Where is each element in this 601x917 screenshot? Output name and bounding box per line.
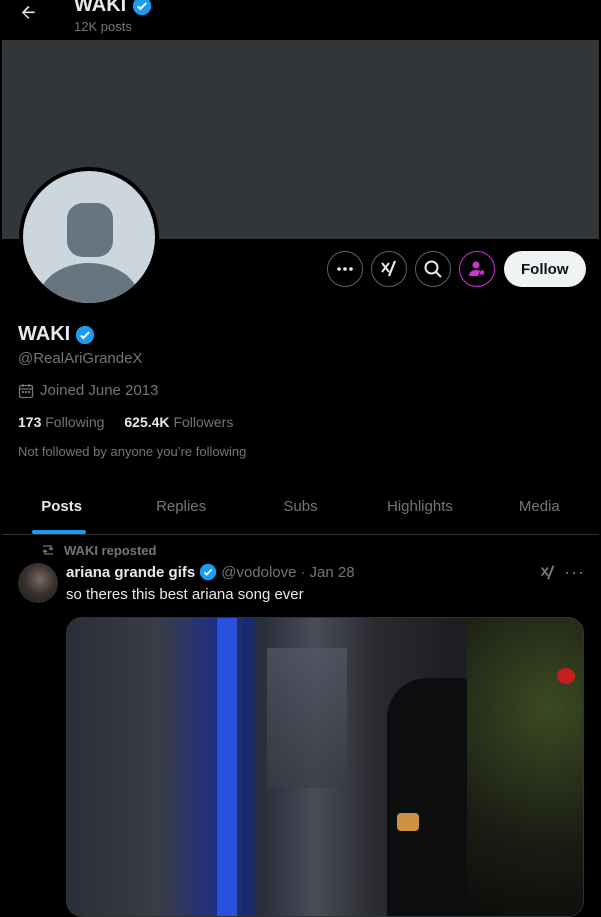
tab-label: Media	[518, 497, 560, 515]
active-tab-indicator	[32, 530, 86, 534]
post-date[interactable]: Jan 28	[310, 564, 355, 581]
subscribe-button[interactable]	[459, 251, 495, 287]
top-bar: WAKI 12K posts	[0, 0, 601, 40]
media-shape	[242, 618, 254, 916]
tab-label: Replies	[156, 497, 207, 515]
repost-indicator: WAKI reposted	[40, 542, 156, 558]
followers-label: Followers	[173, 414, 234, 430]
following-label: Following	[45, 414, 105, 430]
tab-posts[interactable]: Posts	[2, 478, 121, 534]
posts-count: 12K posts	[74, 19, 132, 34]
follow-stats: 173 Following 625.4K Followers	[18, 414, 233, 430]
profile-name-text: WAKI	[18, 323, 71, 345]
verified-icon	[76, 325, 95, 344]
post-text: so theres this best ariana song ever	[66, 586, 304, 603]
post-author-avatar[interactable]	[18, 563, 58, 603]
tab-label: Subs	[283, 497, 318, 515]
media-shape	[557, 668, 575, 684]
repost-icon	[42, 545, 54, 555]
tab-replies[interactable]: Replies	[121, 478, 240, 534]
post-media-image[interactable]	[66, 617, 584, 917]
profile-handle: @RealAriGrandeX	[18, 350, 143, 367]
media-shape	[267, 648, 347, 788]
followers-count: 625.4K	[124, 414, 170, 430]
tab-label: Highlights	[386, 497, 453, 515]
subscribe-icon	[469, 261, 486, 276]
header-title: WAKI	[74, 0, 152, 17]
following-count: 173	[18, 414, 42, 430]
media-shape	[217, 618, 237, 916]
profile-name: WAKI	[18, 323, 95, 346]
post-author-name[interactable]: ariana grande gifs	[66, 564, 195, 581]
joined-date: Joined June 2013	[18, 382, 158, 399]
post-author-handle[interactable]: @vodolove	[221, 564, 296, 581]
header-title-text: WAKI	[74, 0, 127, 16]
more-options-button[interactable]	[327, 251, 363, 287]
grok-icon	[381, 260, 397, 277]
not-followed-text: Not followed by anyone you’re following	[18, 444, 247, 459]
tab-media[interactable]: Media	[480, 478, 599, 534]
more-icon	[337, 267, 353, 271]
tab-label: Posts	[41, 497, 83, 515]
grok-icon[interactable]	[539, 564, 557, 582]
media-shape	[397, 813, 419, 831]
tab-highlights[interactable]: Highlights	[360, 478, 479, 534]
search-icon	[424, 260, 442, 278]
tab-subs[interactable]: Subs	[241, 478, 360, 534]
followers-link[interactable]: 625.4K Followers	[124, 414, 233, 430]
verified-icon	[199, 563, 217, 581]
post-more-button[interactable]: ···	[564, 562, 585, 583]
repost-text[interactable]: WAKI reposted	[64, 543, 156, 558]
calendar-icon	[18, 383, 34, 398]
media-shape	[467, 618, 583, 916]
default-avatar-icon	[23, 171, 155, 303]
profile-actions: Follow	[327, 251, 586, 287]
verified-icon	[133, 0, 152, 15]
search-profile-button[interactable]	[415, 251, 451, 287]
post-separator: ·	[300, 563, 306, 581]
profile-avatar[interactable]	[19, 167, 159, 307]
grok-button[interactable]	[371, 251, 407, 287]
follow-button[interactable]: Follow	[504, 251, 586, 287]
profile-tabs: Posts Replies Subs Highlights Media	[2, 478, 599, 535]
post-header: ariana grande gifs @vodolove · Jan 28	[66, 563, 355, 581]
joined-text: Joined June 2013	[40, 382, 159, 399]
following-link[interactable]: 173 Following	[18, 414, 104, 430]
back-arrow-icon[interactable]	[16, 4, 40, 24]
